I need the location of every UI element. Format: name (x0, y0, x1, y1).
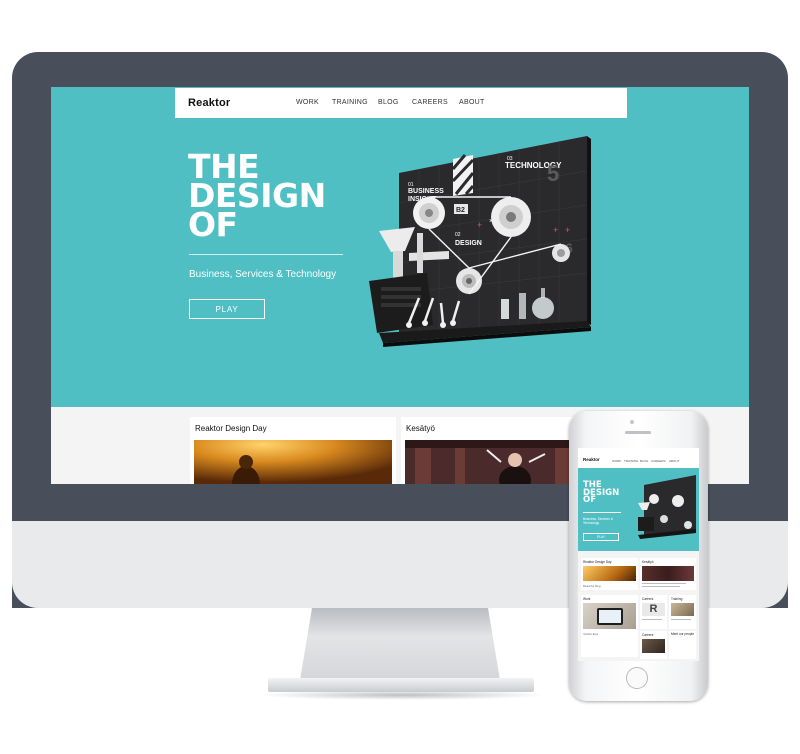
hero-title-line: OF (188, 205, 238, 244)
art-label-b2: B2 (456, 207, 465, 214)
small-gear (552, 244, 570, 262)
mobile-card-title: Meet our people (671, 632, 695, 636)
mobile-hero-subtitle: Business, Services & Technology (583, 517, 613, 525)
large-gear (491, 197, 531, 237)
mobile-nav-careers[interactable]: CAREERS (651, 459, 666, 463)
mobile-content: Reaktor Design Day Read the blog Kesätyö… (578, 551, 699, 661)
large-gear (413, 197, 445, 229)
art-plus: + (477, 220, 482, 230)
mobile-card-design-day[interactable]: Reaktor Design Day Read the blog (581, 558, 638, 590)
tablet-screen (599, 610, 621, 623)
mobile-card-work[interactable]: Work Ypsilon Etys (581, 595, 638, 657)
mobile-nav-training[interactable]: TRAINING (624, 459, 638, 463)
mobile-card-image-r: R (642, 603, 665, 616)
mobile-nav-about[interactable]: ABOUT (669, 459, 679, 463)
phone-home-button[interactable] (626, 667, 648, 689)
mobile-card-title: Careers (642, 597, 654, 601)
tube-shape (501, 299, 509, 319)
mobile-play-button[interactable]: PLAY (583, 533, 619, 541)
tube-shape (519, 293, 526, 319)
nav-careers[interactable]: CAREERS (412, 99, 448, 106)
mobile-nav-blog[interactable]: BLOG (640, 459, 648, 463)
mobile-card-kesatyo[interactable]: Kesätyö (640, 558, 696, 590)
mobile-card-image-tablet (583, 603, 636, 629)
mobile-card-image (671, 603, 694, 616)
nav-training[interactable]: TRAINING (332, 99, 368, 106)
card-image-concert (194, 440, 392, 484)
mobile-card-title: Reaktor Design Day (583, 560, 612, 564)
card-design-day[interactable]: Reaktor Design Day (190, 417, 396, 484)
mobile-card-text-line (642, 619, 662, 620)
art-plus: + (565, 225, 570, 235)
monitor-stand-neck (300, 608, 500, 680)
play-button[interactable]: PLAY (189, 299, 265, 319)
art-label-business: BUSINESS (408, 188, 444, 195)
mobile-logo[interactable]: Reaktor (583, 457, 600, 462)
mobile-card-image (583, 566, 636, 581)
mobile-hero-title-line: OF (583, 495, 597, 505)
hero-divider (189, 254, 343, 255)
mobile-card-caption[interactable]: Read the blog (583, 584, 600, 588)
phone-camera (630, 420, 634, 424)
art-label-num02: 02 (455, 232, 461, 238)
mobile-hero-title: THE DESIGN OF (583, 481, 619, 505)
mobile-hero-illustration (638, 475, 696, 539)
mobile-card-title: Careers (642, 633, 654, 637)
mobile-card-careers[interactable]: Careers R (640, 595, 667, 629)
mobile-card-text-line (671, 619, 691, 620)
mobile-card-image (642, 566, 694, 581)
mobile-card-image (642, 639, 665, 653)
mobile-card-title: Kesätyö (642, 560, 654, 564)
art-label-five: 5 (547, 161, 559, 186)
nav-blog[interactable]: BLOG (378, 99, 399, 106)
mobile-card-training[interactable]: Training (669, 595, 696, 629)
mobile-card-careers-2[interactable]: Careers (640, 631, 667, 659)
hero-subtitle: Business, Services & Technology (189, 269, 337, 280)
mobile-card-title: Work (583, 597, 591, 601)
mobile-card-text-line (642, 586, 680, 587)
card-title: Reaktor Design Day (195, 424, 267, 433)
stripes-block (451, 154, 475, 196)
art-plus: + (553, 225, 558, 235)
mobile-card-text-line (642, 583, 686, 584)
nav-about[interactable]: ABOUT (459, 99, 485, 106)
monitor-stand-base (268, 678, 534, 692)
site-logo[interactable]: Reaktor (188, 97, 230, 109)
site-header: Reaktor WORK TRAINING BLOG CAREERS ABOUT (175, 88, 627, 118)
mobile-card-people[interactable]: Meet our people (669, 631, 696, 659)
mobile-card-caption: Ypsilon Etys (583, 632, 599, 636)
mobile-card-title: Training (671, 597, 683, 601)
hero-illustration: 01 BUSINESS INSIGHT 03 TECHNOLOGY B2 02 … (369, 136, 591, 347)
mobile-hero-divider (583, 512, 621, 513)
mobile-header: Reaktor WORK TRAINING BLOG CAREERS ABOUT (578, 448, 699, 468)
hero-title: THE DESIGN OF (188, 150, 348, 244)
card-title: Kesätyö (406, 424, 435, 433)
phone-speaker (625, 431, 651, 434)
mobile-nav-work[interactable]: WORK (612, 459, 621, 463)
art-label-design: DESIGN (455, 240, 482, 247)
mobile-screen: Reaktor WORK TRAINING BLOG CAREERS ABOUT… (578, 448, 699, 661)
mobile-hero: THE DESIGN OF Business, Services & Techn… (578, 468, 699, 551)
nav-work[interactable]: WORK (296, 99, 319, 106)
